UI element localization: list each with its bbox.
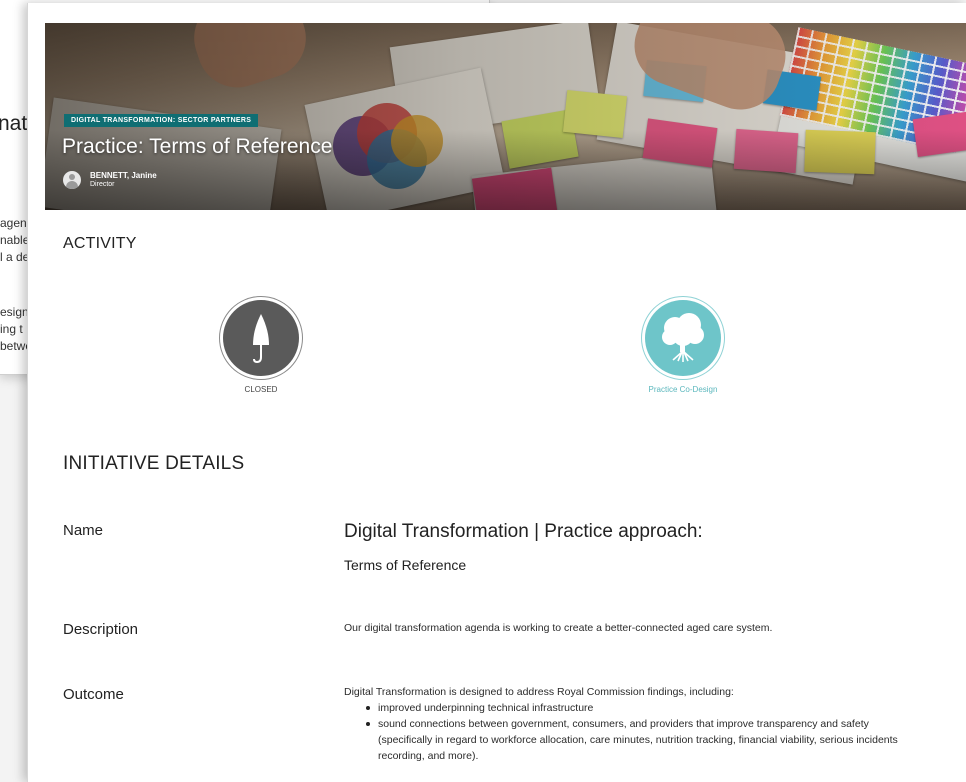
initiative-category-tag: DIGITAL TRANSFORMATION: SECTOR PARTNERS (64, 114, 259, 127)
activity-label: CLOSED (244, 385, 278, 394)
description-label: Description (63, 621, 139, 638)
list-item: sound connections between government, co… (366, 716, 904, 764)
activity-heading: ACTIVITY (63, 235, 137, 252)
outcome-list: improved underpinning technical infrastr… (366, 700, 904, 764)
avatar-icon (63, 171, 81, 189)
background-window-text: ing t (0, 322, 23, 336)
activity-practice-co-design[interactable]: Practice Co-Design (593, 300, 773, 394)
tree-icon (645, 300, 721, 376)
closed-umbrella-icon (223, 300, 299, 376)
name-subtitle: Terms of Reference (344, 557, 467, 573)
outcome-label: Outcome (63, 686, 124, 703)
outcome-value: Digital Transformation is designed to ad… (344, 684, 904, 764)
background-window-text: esign (0, 305, 29, 319)
hero-banner: DIGITAL TRANSFORMATION: SECTOR PARTNERS … (45, 23, 966, 210)
initiative-title: Practice: Terms of Reference (62, 135, 333, 158)
author-role: Director (90, 181, 115, 188)
activity-label: Practice Co-Design (648, 385, 718, 394)
background-window-text: l a de (0, 250, 30, 264)
initiative-panel: DIGITAL TRANSFORMATION: SECTOR PARTNERS … (27, 3, 966, 782)
activity-closed[interactable]: CLOSED (171, 300, 351, 394)
background-window-text: agen (0, 216, 27, 230)
initiative-details-heading: INITIATIVE DETAILS (63, 453, 245, 474)
author-block[interactable]: BENNETT, Janine Director (63, 171, 157, 189)
background-window-text: nable (0, 233, 30, 247)
name-label: Name (63, 522, 104, 539)
list-item: improved underpinning technical infrastr… (366, 700, 904, 716)
author-name: BENNETT, Janine (90, 171, 157, 180)
outcome-intro: Digital Transformation is designed to ad… (344, 686, 734, 698)
description-value: Our digital transformation agenda is wor… (344, 622, 773, 634)
name-value: Digital Transformation | Practice approa… (344, 521, 703, 542)
